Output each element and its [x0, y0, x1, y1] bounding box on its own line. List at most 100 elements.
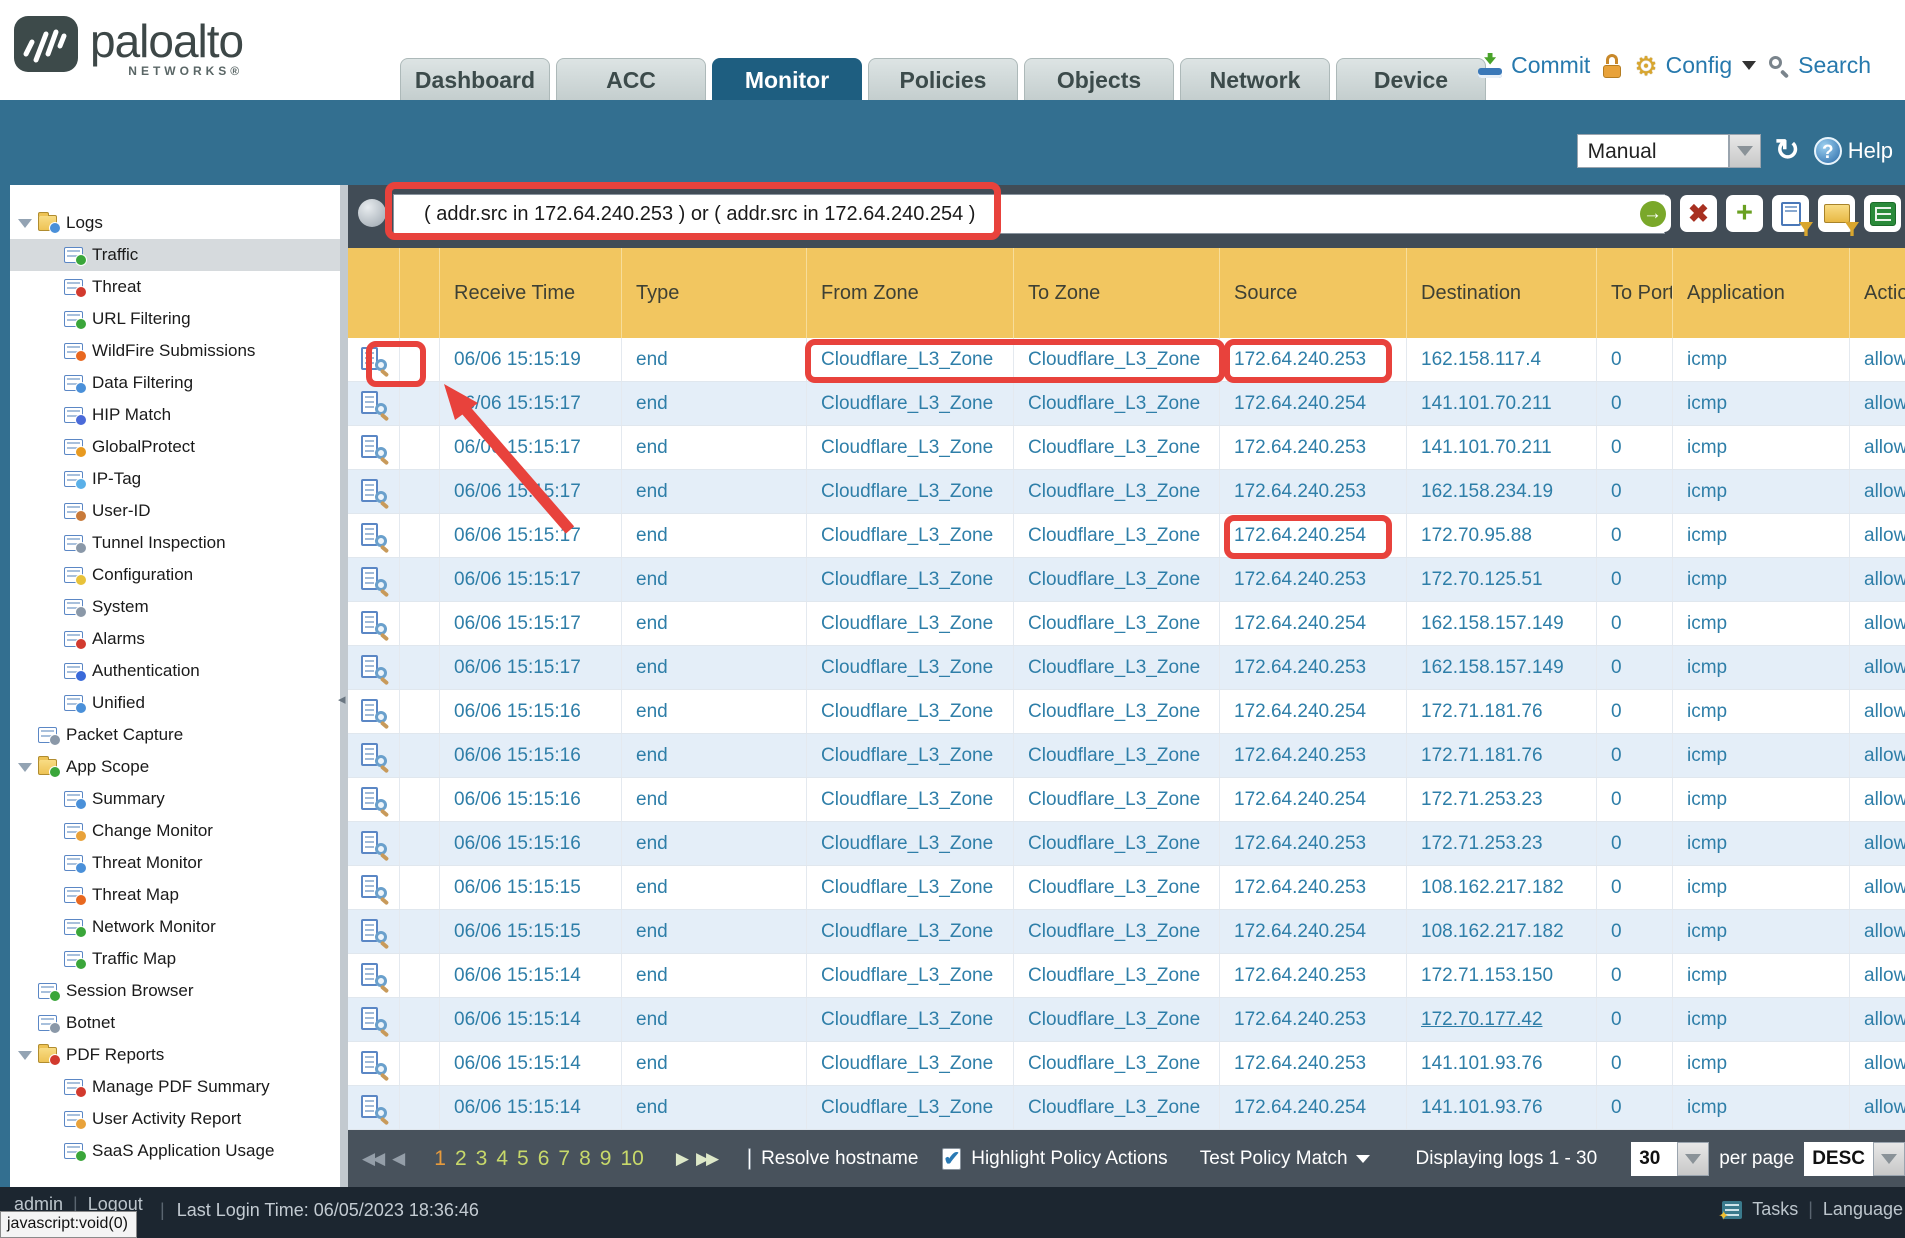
sidebar-item-traffic[interactable]: Traffic — [10, 239, 340, 271]
export-csv-button[interactable] — [1864, 195, 1901, 232]
tab-network[interactable]: Network — [1180, 58, 1330, 100]
sort-order-dropdown-button[interactable] — [1873, 1142, 1905, 1176]
log-detail-icon[interactable] — [360, 961, 388, 991]
sidebar-item-network-monitor[interactable]: Network Monitor — [10, 911, 340, 943]
sidebar-item-authentication[interactable]: Authentication — [10, 655, 340, 687]
sidebar-item-ip-tag[interactable]: IP-Tag — [10, 463, 340, 495]
log-detail-icon[interactable] — [360, 785, 388, 815]
page-number-5[interactable]: 5 — [517, 1147, 529, 1171]
expand-triangle-icon[interactable] — [18, 763, 32, 772]
sidebar-item-alarms[interactable]: Alarms — [10, 623, 340, 655]
filter-builder-button[interactable] — [1772, 195, 1809, 232]
tab-device[interactable]: Device — [1336, 58, 1486, 100]
tab-monitor[interactable]: Monitor — [712, 58, 862, 100]
column-header-1[interactable] — [400, 248, 440, 338]
column-header-from-zone[interactable]: From Zone — [807, 248, 1014, 338]
column-header-to-zone[interactable]: To Zone — [1014, 248, 1220, 338]
sidebar-item-threat[interactable]: Threat — [10, 271, 340, 303]
sidebar-item-threat-map[interactable]: Threat Map — [10, 879, 340, 911]
log-detail-icon[interactable] — [360, 389, 388, 419]
log-detail-icon[interactable] — [360, 1049, 388, 1079]
log-detail-icon[interactable] — [360, 1005, 388, 1035]
page-number-4[interactable]: 4 — [496, 1147, 508, 1171]
page-number-8[interactable]: 8 — [579, 1147, 591, 1171]
config-menu-button[interactable]: ⚙ Config — [1634, 52, 1756, 79]
column-header-0[interactable] — [348, 248, 400, 338]
apply-filter-button[interactable]: → — [1634, 195, 1671, 232]
page-number-6[interactable]: 6 — [538, 1147, 550, 1171]
log-filter-input[interactable] — [393, 194, 1665, 234]
cell-dst[interactable]: 172.70.177.42 — [1407, 998, 1597, 1041]
log-detail-icon[interactable] — [360, 829, 388, 859]
highlight-policy-checkbox[interactable]: ✔ — [942, 1148, 961, 1170]
sidebar-item-user-activity-report[interactable]: User Activity Report — [10, 1103, 340, 1135]
sidebar-item-threat-monitor[interactable]: Threat Monitor — [10, 847, 340, 879]
sort-order-select[interactable]: DESC — [1804, 1142, 1905, 1176]
page-number-10[interactable]: 10 — [620, 1147, 643, 1171]
column-header-application[interactable]: Application — [1673, 248, 1850, 338]
load-filter-button[interactable] — [1818, 195, 1855, 232]
clear-filter-button[interactable]: ✖ — [1680, 195, 1717, 232]
sidebar-item-system[interactable]: System — [10, 591, 340, 623]
column-header-destination[interactable]: Destination — [1407, 248, 1597, 338]
per-page-select[interactable]: 30 — [1631, 1142, 1709, 1176]
sidebar-item-manage-pdf-summary[interactable]: Manage PDF Summary — [10, 1071, 340, 1103]
log-detail-icon[interactable] — [360, 477, 388, 507]
commit-button[interactable]: Commit — [1477, 52, 1590, 79]
sidebar-item-traffic-map[interactable]: Traffic Map — [10, 943, 340, 975]
sidebar-item-session-browser[interactable]: Session Browser — [10, 975, 340, 1007]
resolve-hostname-checkbox[interactable] — [748, 1148, 751, 1170]
first-page-button[interactable]: ◀◀ — [362, 1149, 382, 1169]
page-number-7[interactable]: 7 — [558, 1147, 570, 1171]
sidebar-item-change-monitor[interactable]: Change Monitor — [10, 815, 340, 847]
tab-policies[interactable]: Policies — [868, 58, 1018, 100]
sidebar-item-configuration[interactable]: Configuration — [10, 559, 340, 591]
log-detail-icon[interactable] — [360, 521, 388, 551]
log-detail-icon[interactable] — [360, 653, 388, 683]
sidebar-item-unified[interactable]: Unified — [10, 687, 340, 719]
page-number-9[interactable]: 9 — [600, 1147, 612, 1171]
log-detail-icon[interactable] — [360, 917, 388, 947]
sidebar-item-app-scope[interactable]: App Scope — [10, 751, 340, 783]
column-header-to-port[interactable]: To Port — [1597, 248, 1673, 338]
log-detail-icon[interactable] — [360, 433, 388, 463]
sidebar-item-user-id[interactable]: User-ID — [10, 495, 340, 527]
page-number-1[interactable]: 1 — [434, 1147, 446, 1171]
refresh-mode-dropdown-button[interactable] — [1729, 134, 1761, 168]
expand-triangle-icon[interactable] — [18, 219, 32, 228]
page-number-2[interactable]: 2 — [455, 1147, 467, 1171]
sidebar-item-tunnel-inspection[interactable]: Tunnel Inspection — [10, 527, 340, 559]
log-detail-icon[interactable] — [360, 873, 388, 903]
sidebar-item-wildfire-submissions[interactable]: WildFire Submissions — [10, 335, 340, 367]
column-header-source[interactable]: Source — [1220, 248, 1407, 338]
help-button[interactable]: ? Help — [1814, 137, 1893, 165]
log-detail-icon[interactable] — [360, 697, 388, 727]
sidebar-splitter[interactable]: ◂ — [340, 185, 348, 1187]
prev-page-button[interactable]: ◀ — [392, 1149, 402, 1169]
tab-objects[interactable]: Objects — [1024, 58, 1174, 100]
sidebar-item-botnet[interactable]: Botnet — [10, 1007, 340, 1039]
refresh-mode-select[interactable]: Manual — [1577, 134, 1761, 168]
sidebar-item-packet-capture[interactable]: Packet Capture — [10, 719, 340, 751]
log-detail-icon[interactable] — [360, 565, 388, 595]
page-number-3[interactable]: 3 — [476, 1147, 488, 1171]
sidebar-item-summary[interactable]: Summary — [10, 783, 340, 815]
sidebar-item-hip-match[interactable]: HIP Match — [10, 399, 340, 431]
collapse-sidebar-icon[interactable]: ◂ — [338, 690, 346, 708]
search-button[interactable]: Search — [1768, 52, 1871, 79]
column-header-action[interactable]: Action — [1850, 248, 1905, 338]
expand-triangle-icon[interactable] — [18, 1051, 32, 1060]
log-detail-icon[interactable] — [360, 609, 388, 639]
per-page-dropdown-button[interactable] — [1677, 1142, 1709, 1176]
lock-icon[interactable] — [1602, 54, 1622, 78]
log-detail-icon[interactable] — [360, 1093, 388, 1123]
sidebar-item-globalprotect[interactable]: GlobalProtect — [10, 431, 340, 463]
tab-acc[interactable]: ACC — [556, 58, 706, 100]
column-header-receive-time[interactable]: Receive Time — [440, 248, 622, 338]
sidebar-item-logs[interactable]: Logs — [10, 207, 340, 239]
refresh-icon[interactable]: ↻ — [1775, 136, 1800, 166]
column-header-type[interactable]: Type — [622, 248, 807, 338]
last-page-button[interactable]: ▶▶ — [696, 1149, 716, 1169]
tab-dashboard[interactable]: Dashboard — [400, 58, 550, 100]
sidebar-item-url-filtering[interactable]: URL Filtering — [10, 303, 340, 335]
